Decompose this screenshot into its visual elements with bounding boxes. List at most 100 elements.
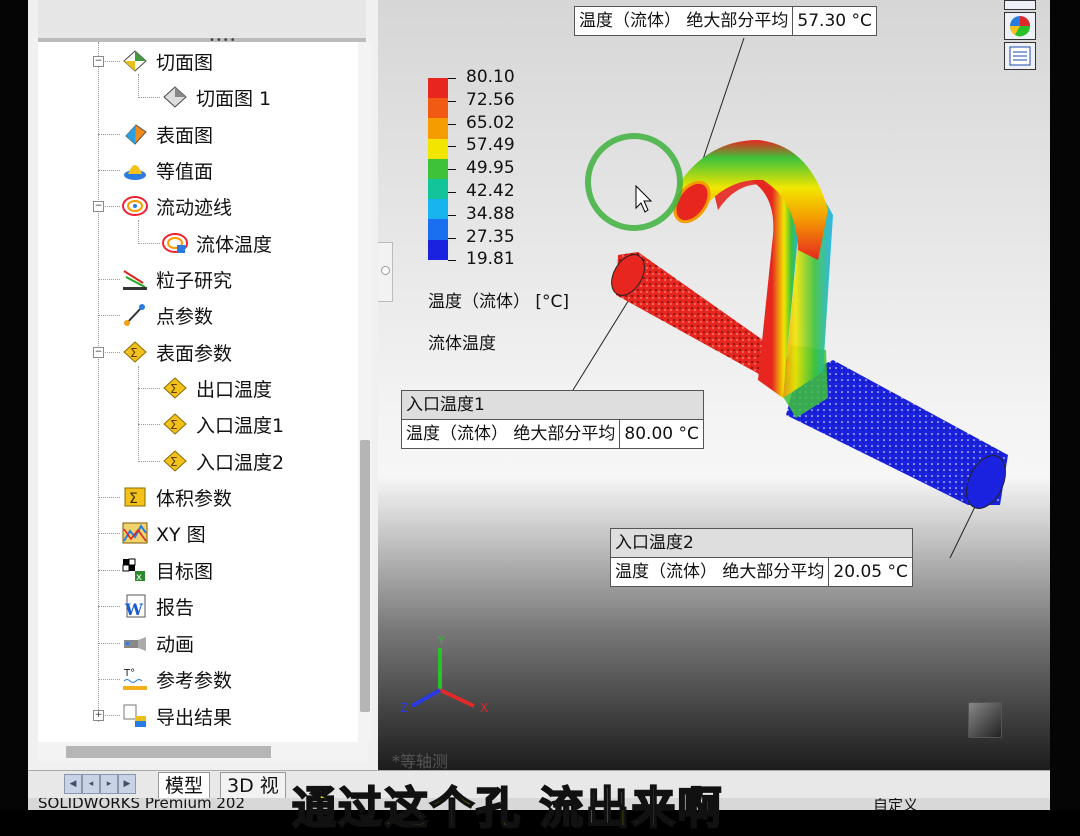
tree-horizontal-scrollbar[interactable] — [38, 742, 368, 762]
tree-item-label: 点参数 — [156, 305, 214, 328]
tree-item-particle-studies[interactable]: 粒子研究 — [120, 264, 232, 294]
tree-item-reference-parameters[interactable]: T° 参考参数 — [120, 664, 232, 694]
collapse-toggle[interactable]: − — [93, 347, 104, 358]
callout-param: 温度（流体） 绝大部分平均 — [611, 558, 830, 586]
tree-branch — [98, 497, 120, 498]
callout-value: 20.05 °C — [833, 562, 908, 582]
tree-item-volume-parameters[interactable]: Σ 体积参数 — [120, 482, 232, 512]
temperature-legend-bar — [428, 78, 448, 260]
tree-item-label: 等值面 — [156, 160, 214, 183]
tree-item-surface-parameters[interactable]: Σ 表面参数 — [120, 337, 232, 367]
callout-param: 温度（流体） 绝大部分平均 — [575, 7, 794, 35]
view-cube-button[interactable] — [968, 702, 1002, 738]
tree-item-label: 流动迹线 — [156, 196, 233, 219]
triad-z-label: Z — [400, 701, 408, 715]
tree-branch — [98, 533, 120, 534]
tab-3d-views[interactable]: 3D 视 — [220, 772, 286, 800]
svg-text:Σ: Σ — [170, 455, 178, 469]
view-orientation-label: *等轴测 — [392, 752, 449, 770]
graphics-viewport[interactable]: Y X Z 80.10 72.56 65.02 57.49 49.95 42.42 34.8… — [378, 0, 1050, 770]
view-settings-icon[interactable] — [1004, 0, 1036, 10]
tree-item-export-results[interactable]: 导出结果 — [120, 701, 232, 731]
panel-header — [38, 0, 366, 39]
callout-value: 80.00 °C — [624, 424, 699, 444]
legend-color-band — [428, 158, 448, 179]
tree-item-label: 切面图 — [156, 51, 214, 74]
window-frame-left — [0, 0, 28, 810]
reference-parameters-icon: T° — [120, 666, 150, 692]
tree-item-inlet-temperature-2[interactable]: Σ 入口温度2 — [160, 446, 284, 476]
tree-item-reports[interactable]: W 报告 — [120, 591, 194, 621]
triad-z-axis — [411, 688, 441, 708]
heads-up-toolbar — [1004, 0, 1040, 78]
callout-inlet-temperature-1[interactable]: 入口温度1 温度（流体） 绝大部分平均 80.00 °C — [401, 390, 704, 449]
tree-branch — [98, 170, 120, 171]
tree-item-flow-trajectories[interactable]: 流动迹线 — [120, 191, 232, 221]
svg-text:Σ: Σ — [129, 491, 138, 507]
tree-item-point-parameters[interactable]: 点参数 — [120, 300, 213, 330]
surface-parameter-item-icon: Σ — [160, 448, 190, 474]
tree-branch — [98, 315, 120, 316]
tree-item-label: 入口温度2 — [196, 451, 285, 474]
surface-parameter-item-icon: Σ — [160, 411, 190, 437]
tree-item-surface-plots[interactable]: 表面图 — [120, 119, 213, 149]
appearance-icon[interactable] — [1004, 12, 1036, 40]
tree-item-inlet-temperature-1[interactable]: Σ 入口温度1 — [160, 409, 284, 439]
tree-branch — [138, 461, 160, 462]
tree-branch — [138, 388, 160, 389]
next-tab-button[interactable]: ▸ — [100, 774, 118, 794]
last-tab-button[interactable]: ▶ — [118, 774, 136, 794]
scroll-thumb[interactable] — [66, 746, 271, 758]
tree-item-label: 粒子研究 — [156, 269, 233, 292]
first-tab-button[interactable]: ◀ — [64, 774, 82, 794]
tree-branch — [98, 679, 120, 680]
legend-tick-label: 42.42 — [466, 181, 515, 201]
tree-item-outlet-temperature[interactable]: Σ 出口温度 — [160, 373, 272, 403]
tree-vertical-scrollbar[interactable] — [358, 42, 372, 742]
tree-branch — [98, 643, 120, 644]
animation-icon — [120, 630, 150, 656]
callout-title: 入口温度1 — [402, 391, 703, 420]
tree-item-cut-plot-1[interactable]: 切面图 1 — [160, 82, 271, 112]
callout-title: 入口温度2 — [611, 529, 912, 558]
xy-plot-icon — [120, 520, 150, 546]
tree-item-fluid-temperature[interactable]: 流体温度 — [160, 228, 272, 258]
legend-tick-label: 65.02 — [466, 112, 515, 133]
tree-line — [138, 366, 139, 462]
legend-tick — [448, 260, 456, 262]
tree-item-label: 导出结果 — [156, 706, 233, 729]
video-caption: 通过这个孔 流出来啊 — [291, 782, 724, 835]
tree-item-goal-plots[interactable]: x 目标图 — [120, 555, 213, 585]
tree-item-xy-plots[interactable]: XY 图 — [120, 518, 206, 548]
panel-collapse-handle[interactable] — [378, 242, 393, 302]
tree-branch — [98, 134, 120, 135]
collapse-toggle[interactable]: − — [93, 201, 104, 212]
legend-tick-label: 49.95 — [466, 158, 515, 179]
goal-plot-icon: x — [120, 557, 150, 583]
svg-text:Σ: Σ — [170, 382, 178, 396]
status-units[interactable]: 自定义 — [873, 798, 918, 810]
surface-parameters-icon: Σ — [120, 339, 150, 365]
report-icon: W — [120, 593, 150, 619]
surface-parameter-item-icon: Σ — [160, 375, 190, 401]
expand-toggle[interactable]: + — [93, 710, 104, 721]
tree-item-cut-plots[interactable]: 切面图 — [120, 46, 213, 76]
tree-item-label: 表面参数 — [156, 342, 233, 365]
svg-text:W: W — [124, 600, 144, 619]
legend-tick — [448, 192, 456, 193]
legend-color-band — [428, 199, 448, 220]
tree-item-animations[interactable]: 动画 — [120, 628, 194, 658]
callout-inlet-temperature-2[interactable]: 入口温度2 温度（流体） 绝大部分平均 20.05 °C — [610, 528, 913, 587]
tree-item-isosurfaces[interactable]: 等值面 — [120, 155, 213, 185]
legend-color-band — [428, 239, 448, 260]
tab-model[interactable]: 模型 — [158, 772, 211, 800]
export-results-icon — [120, 703, 150, 729]
collapse-toggle[interactable]: − — [93, 56, 104, 67]
triad-y-label: Y — [437, 634, 445, 647]
display-pane-icon[interactable] — [1004, 42, 1036, 70]
callout-outlet-temperature[interactable]: 温度（流体） 绝大部分平均 57.30 °C — [574, 6, 877, 36]
tree-item-label: 报告 — [156, 596, 195, 619]
prev-tab-button[interactable]: ◂ — [82, 774, 100, 794]
scroll-thumb[interactable] — [360, 440, 370, 712]
tree-branch — [98, 279, 120, 280]
